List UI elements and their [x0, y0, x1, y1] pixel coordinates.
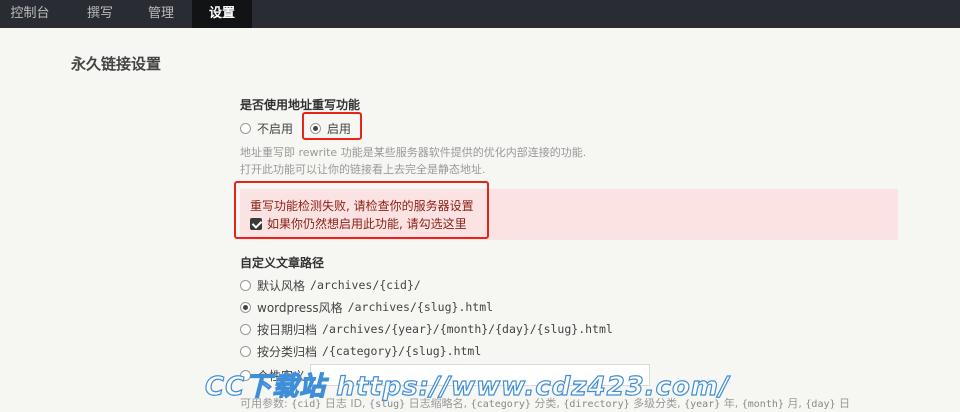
param-code: {cid}	[291, 399, 322, 410]
radio-disable[interactable]	[240, 122, 251, 134]
available-params: 可用参数: {cid} 日志 ID, {slug} 日志缩略名, {catego…	[240, 395, 850, 411]
params-prefix: 可用参数:	[240, 397, 288, 410]
param-text: 分类,	[534, 397, 560, 410]
param-code: {category}	[470, 399, 531, 410]
post-path-default-label: 默认风格	[257, 278, 306, 293]
param-text: 年,	[723, 397, 739, 410]
param-code: {year}	[684, 399, 721, 410]
param-text: 日志 ID,	[324, 397, 366, 410]
param-code: {directory}	[563, 399, 630, 410]
post-path-option-wordpress[interactable]: wordpress风格 /archives/{slug}.html	[240, 298, 493, 316]
radio-category[interactable]	[240, 345, 251, 357]
param-code: {day}	[805, 399, 836, 410]
tab-write[interactable]: 撰写	[70, 0, 130, 28]
post-path-date-label: 按日期归档	[257, 322, 318, 337]
radio-date[interactable]	[240, 323, 251, 335]
top-nav: 控制台 撰写 管理 设置	[0, 0, 960, 28]
rewrite-desc-line1: 地址重写即 rewrite 功能是某些服务器软件提供的优化内部连接的功能.	[240, 146, 587, 159]
param-text: 月,	[787, 397, 802, 410]
param-code: {slug}	[369, 399, 406, 410]
post-path-section-title: 自定义文章路径	[240, 256, 325, 270]
radio-default[interactable]	[240, 279, 251, 291]
tab-settings[interactable]: 设置	[192, 0, 252, 28]
post-path-category-pattern: /{category}/{slug}.html	[322, 344, 482, 358]
tab-manage[interactable]: 管理	[130, 0, 192, 28]
param-code: {month}	[741, 399, 784, 410]
rewrite-desc-line2: 打开此功能可以让你的链接看上去完全是静态地址.	[240, 163, 486, 176]
post-path-wordpress-pattern: /archives/{slug}.html	[347, 300, 494, 314]
post-path-wordpress-label: wordpress风格	[257, 300, 343, 315]
post-path-category-label: 按分类归档	[257, 344, 318, 359]
post-path-default-pattern: /archives/{cid}/	[310, 278, 421, 292]
param-text: 多级分类,	[633, 397, 681, 410]
page-title: 永久链接设置	[71, 55, 162, 73]
post-path-option-date[interactable]: 按日期归档 /archives/{year}/{month}/{day}/{sl…	[240, 320, 613, 338]
post-path-date-pattern: /archives/{year}/{month}/{day}/{slug}.ht…	[322, 322, 613, 336]
post-path-option-default[interactable]: 默认风格 /archives/{cid}/	[240, 276, 421, 294]
highlight-enable-option	[302, 112, 362, 140]
rewrite-section-title: 是否使用地址重写功能	[240, 98, 361, 112]
param-text: 日	[839, 397, 851, 410]
rewrite-option-disable-label: 不启用	[257, 121, 294, 136]
radio-wordpress[interactable]	[240, 301, 251, 313]
param-text: 日志缩略名,	[408, 397, 468, 410]
highlight-warning	[234, 181, 489, 239]
tab-dashboard[interactable]: 控制台	[0, 0, 60, 28]
post-path-option-category[interactable]: 按分类归档 /{category}/{slug}.html	[240, 342, 481, 360]
rewrite-option-disable[interactable]: 不启用	[240, 119, 293, 137]
